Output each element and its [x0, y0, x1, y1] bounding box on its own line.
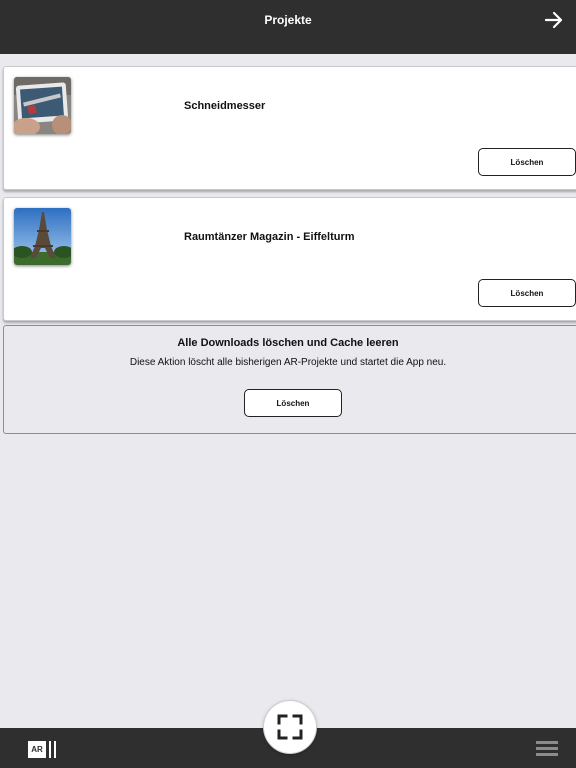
project-title: Raumtänzer Magazin - Eiffelturm	[184, 231, 355, 243]
scan-button[interactable]	[264, 701, 316, 753]
cache-title: Alle Downloads löschen und Cache leeren	[177, 337, 399, 349]
project-card: Schneidmesser Löschen	[3, 66, 576, 190]
clear-cache-button[interactable]: Löschen	[244, 389, 342, 417]
page-title: Projekte	[264, 13, 312, 27]
ar-logo[interactable]: AR	[28, 740, 56, 758]
delete-project-button[interactable]: Löschen	[478, 148, 576, 176]
scan-frame-icon	[277, 714, 303, 740]
header-bar: Projekte	[0, 0, 576, 54]
arrow-right-icon[interactable]	[544, 10, 564, 30]
tablet-thumbnail[interactable]	[14, 77, 71, 134]
eiffel-tower-thumbnail[interactable]	[14, 208, 71, 265]
ar-logo-text: AR	[28, 740, 46, 758]
hamburger-menu-icon[interactable]	[536, 741, 558, 756]
delete-project-button[interactable]: Löschen	[478, 279, 576, 307]
logo-bar	[49, 740, 51, 758]
logo-bar	[54, 740, 56, 758]
project-title: Schneidmesser	[184, 100, 266, 112]
project-card: Raumtänzer Magazin - Eiffelturm Löschen	[3, 197, 576, 321]
cache-description: Diese Aktion löscht alle bisherigen AR-P…	[129, 357, 447, 368]
clear-cache-section: Alle Downloads löschen und Cache leeren …	[3, 325, 576, 434]
